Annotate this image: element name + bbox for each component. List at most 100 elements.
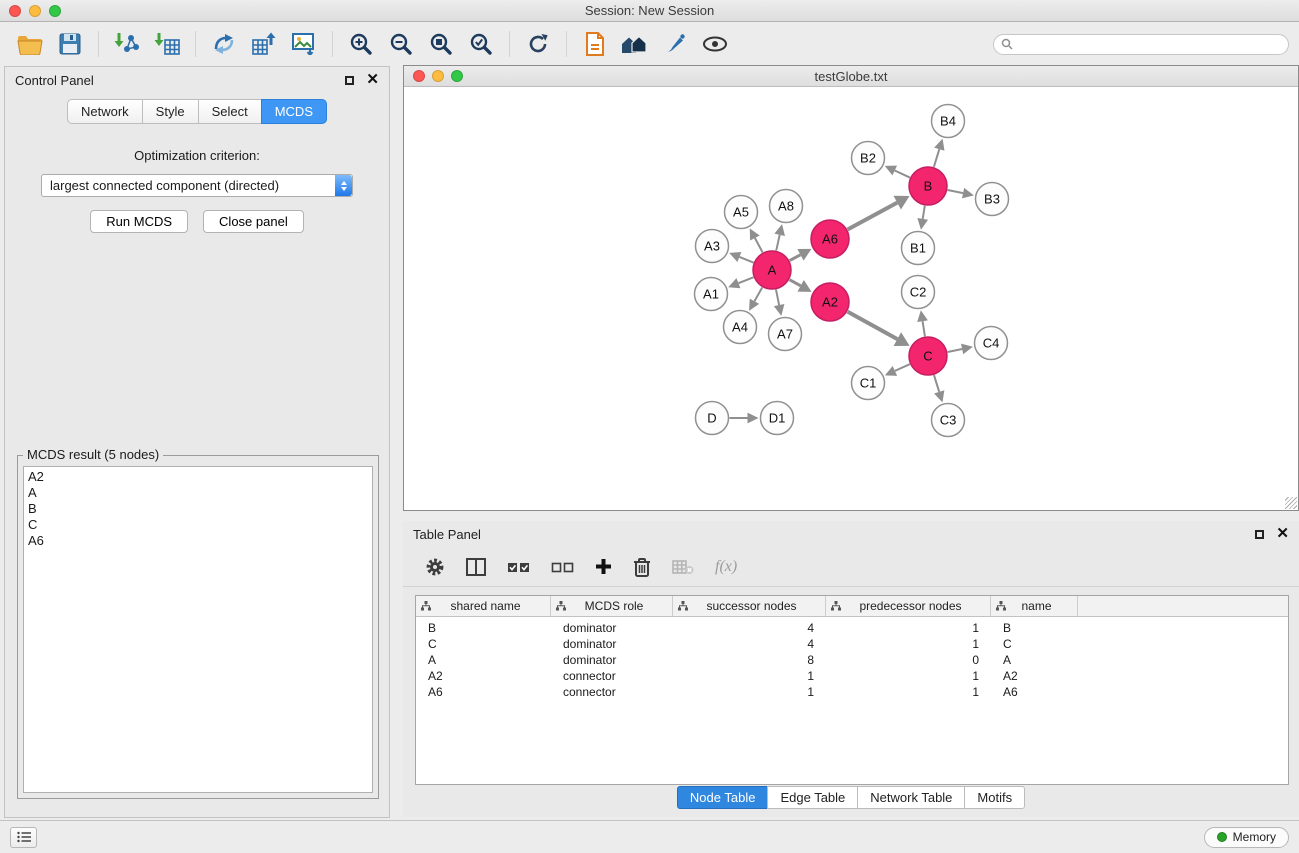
minimize-window-icon[interactable] bbox=[29, 5, 41, 17]
export-image-icon[interactable] bbox=[284, 28, 324, 60]
edge-C-C4[interactable] bbox=[948, 349, 963, 352]
export-table-icon[interactable] bbox=[244, 28, 284, 60]
add-icon[interactable] bbox=[595, 558, 612, 575]
edge-A-A1[interactable] bbox=[738, 277, 753, 283]
node-a6[interactable]: A6 bbox=[811, 220, 849, 258]
node-b3[interactable]: B3 bbox=[976, 183, 1009, 216]
column-header-predecessor-nodes[interactable]: predecessor nodes bbox=[826, 596, 991, 616]
node-c4[interactable]: C4 bbox=[975, 327, 1008, 360]
show-columns-icon[interactable] bbox=[466, 558, 486, 576]
node-c1[interactable]: C1 bbox=[852, 367, 885, 400]
table-row-a2[interactable]: A2connector11A2 bbox=[416, 668, 1288, 684]
float-panel-icon[interactable] bbox=[345, 76, 354, 85]
tab-select[interactable]: Select bbox=[198, 99, 261, 124]
zoom-out-icon[interactable] bbox=[381, 28, 421, 60]
tab-mcds[interactable]: MCDS bbox=[261, 99, 327, 124]
delete-icon[interactable] bbox=[633, 557, 651, 577]
open-recent-icon[interactable] bbox=[575, 28, 615, 60]
edge-A-A6[interactable] bbox=[790, 255, 801, 261]
edge-C-C2[interactable] bbox=[923, 321, 925, 336]
edge-B-B3[interactable] bbox=[948, 190, 963, 193]
settings-gear-icon[interactable] bbox=[425, 557, 445, 577]
node-c3[interactable]: C3 bbox=[932, 404, 965, 437]
node-b2[interactable]: B2 bbox=[852, 142, 885, 175]
edge-A2-C[interactable] bbox=[848, 312, 898, 339]
close-panel-icon[interactable]: ✕ bbox=[366, 74, 379, 86]
edge-B-B1[interactable] bbox=[923, 206, 925, 219]
maximize-network-icon[interactable] bbox=[451, 70, 463, 82]
export-network-icon[interactable] bbox=[204, 28, 244, 60]
close-window-icon[interactable] bbox=[9, 5, 21, 17]
edge-A-A5[interactable] bbox=[755, 238, 763, 252]
node-a3[interactable]: A3 bbox=[696, 230, 729, 263]
show-details-icon[interactable] bbox=[695, 28, 735, 60]
tab-network-table[interactable]: Network Table bbox=[857, 786, 965, 809]
mcds-result-list[interactable]: A2ABCA6 bbox=[23, 466, 373, 793]
style-icon[interactable] bbox=[655, 28, 695, 60]
edge-B-B4[interactable] bbox=[934, 149, 939, 167]
criterion-dropdown[interactable]: largest connected component (directed) bbox=[41, 174, 353, 197]
float-table-panel-icon[interactable] bbox=[1255, 530, 1264, 539]
node-a8[interactable]: A8 bbox=[770, 190, 803, 223]
table-row-a[interactable]: Adominator80A bbox=[416, 652, 1288, 668]
search-input[interactable] bbox=[1018, 36, 1281, 52]
node-a4[interactable]: A4 bbox=[724, 311, 757, 344]
node-b4[interactable]: B4 bbox=[932, 105, 965, 138]
node-a7[interactable]: A7 bbox=[769, 318, 802, 351]
home-icon[interactable] bbox=[615, 28, 655, 60]
minimize-network-icon[interactable] bbox=[432, 70, 444, 82]
edge-A-A2[interactable] bbox=[790, 280, 801, 286]
edge-A-A3[interactable] bbox=[739, 257, 753, 263]
result-item-a2[interactable]: A2 bbox=[28, 469, 368, 485]
zoom-fit-icon[interactable] bbox=[421, 28, 461, 60]
close-panel-button[interactable]: Close panel bbox=[203, 210, 304, 233]
node-b1[interactable]: B1 bbox=[902, 232, 935, 265]
edge-A6-B[interactable] bbox=[848, 203, 898, 230]
edge-B-B2[interactable] bbox=[895, 170, 910, 177]
import-network-icon[interactable] bbox=[107, 28, 147, 60]
node-c[interactable]: C bbox=[909, 337, 947, 375]
task-history-button[interactable] bbox=[10, 827, 37, 848]
network-canvas[interactable]: B4B2BB3A5A8A6B1A3AC2A1A2A4A7C4CC1C3DD1 bbox=[404, 87, 1298, 510]
import-table-icon[interactable] bbox=[147, 28, 187, 60]
node-a[interactable]: A bbox=[753, 251, 791, 289]
table-row-a6[interactable]: A6connector11A6 bbox=[416, 684, 1288, 700]
refresh-icon[interactable] bbox=[518, 28, 558, 60]
node-d1[interactable]: D1 bbox=[761, 402, 794, 435]
tab-style[interactable]: Style bbox=[142, 99, 198, 124]
result-item-c[interactable]: C bbox=[28, 517, 368, 533]
memory-button[interactable]: Memory bbox=[1204, 827, 1289, 848]
node-b[interactable]: B bbox=[909, 167, 947, 205]
column-header-name[interactable]: name bbox=[991, 596, 1078, 616]
node-d[interactable]: D bbox=[696, 402, 729, 435]
result-item-a[interactable]: A bbox=[28, 485, 368, 501]
result-item-a6[interactable]: A6 bbox=[28, 533, 368, 549]
select-all-icon[interactable] bbox=[507, 560, 530, 574]
save-session-icon[interactable] bbox=[50, 28, 90, 60]
edge-A-A8[interactable] bbox=[776, 235, 779, 251]
column-header-shared-name[interactable]: shared name bbox=[416, 596, 551, 616]
edge-C-C3[interactable] bbox=[934, 375, 939, 392]
table-row-c[interactable]: Cdominator41C bbox=[416, 636, 1288, 652]
run-mcds-button[interactable]: Run MCDS bbox=[90, 210, 188, 233]
dropdown-stepper-icon[interactable] bbox=[335, 175, 352, 196]
table-row-b[interactable]: Bdominator41B bbox=[416, 620, 1288, 636]
tab-node-table[interactable]: Node Table bbox=[677, 786, 769, 809]
maximize-window-icon[interactable] bbox=[49, 5, 61, 17]
result-item-b[interactable]: B bbox=[28, 501, 368, 517]
open-session-icon[interactable] bbox=[10, 28, 50, 60]
search-field[interactable] bbox=[993, 34, 1289, 55]
node-a5[interactable]: A5 bbox=[725, 196, 758, 229]
edge-C-C1[interactable] bbox=[895, 364, 910, 371]
edge-A-A7[interactable] bbox=[776, 290, 779, 305]
edge-A-A4[interactable] bbox=[754, 287, 762, 301]
tab-edge-table[interactable]: Edge Table bbox=[767, 786, 858, 809]
close-table-panel-icon[interactable]: ✕ bbox=[1276, 528, 1289, 540]
network-window-titlebar[interactable]: testGlobe.txt bbox=[404, 66, 1298, 87]
tab-motifs[interactable]: Motifs bbox=[964, 786, 1025, 809]
node-c2[interactable]: C2 bbox=[902, 276, 935, 309]
column-header-mcds-role[interactable]: MCDS role bbox=[551, 596, 673, 616]
column-header-successor-nodes[interactable]: successor nodes bbox=[673, 596, 826, 616]
unselect-all-icon[interactable] bbox=[551, 560, 574, 574]
close-network-icon[interactable] bbox=[413, 70, 425, 82]
